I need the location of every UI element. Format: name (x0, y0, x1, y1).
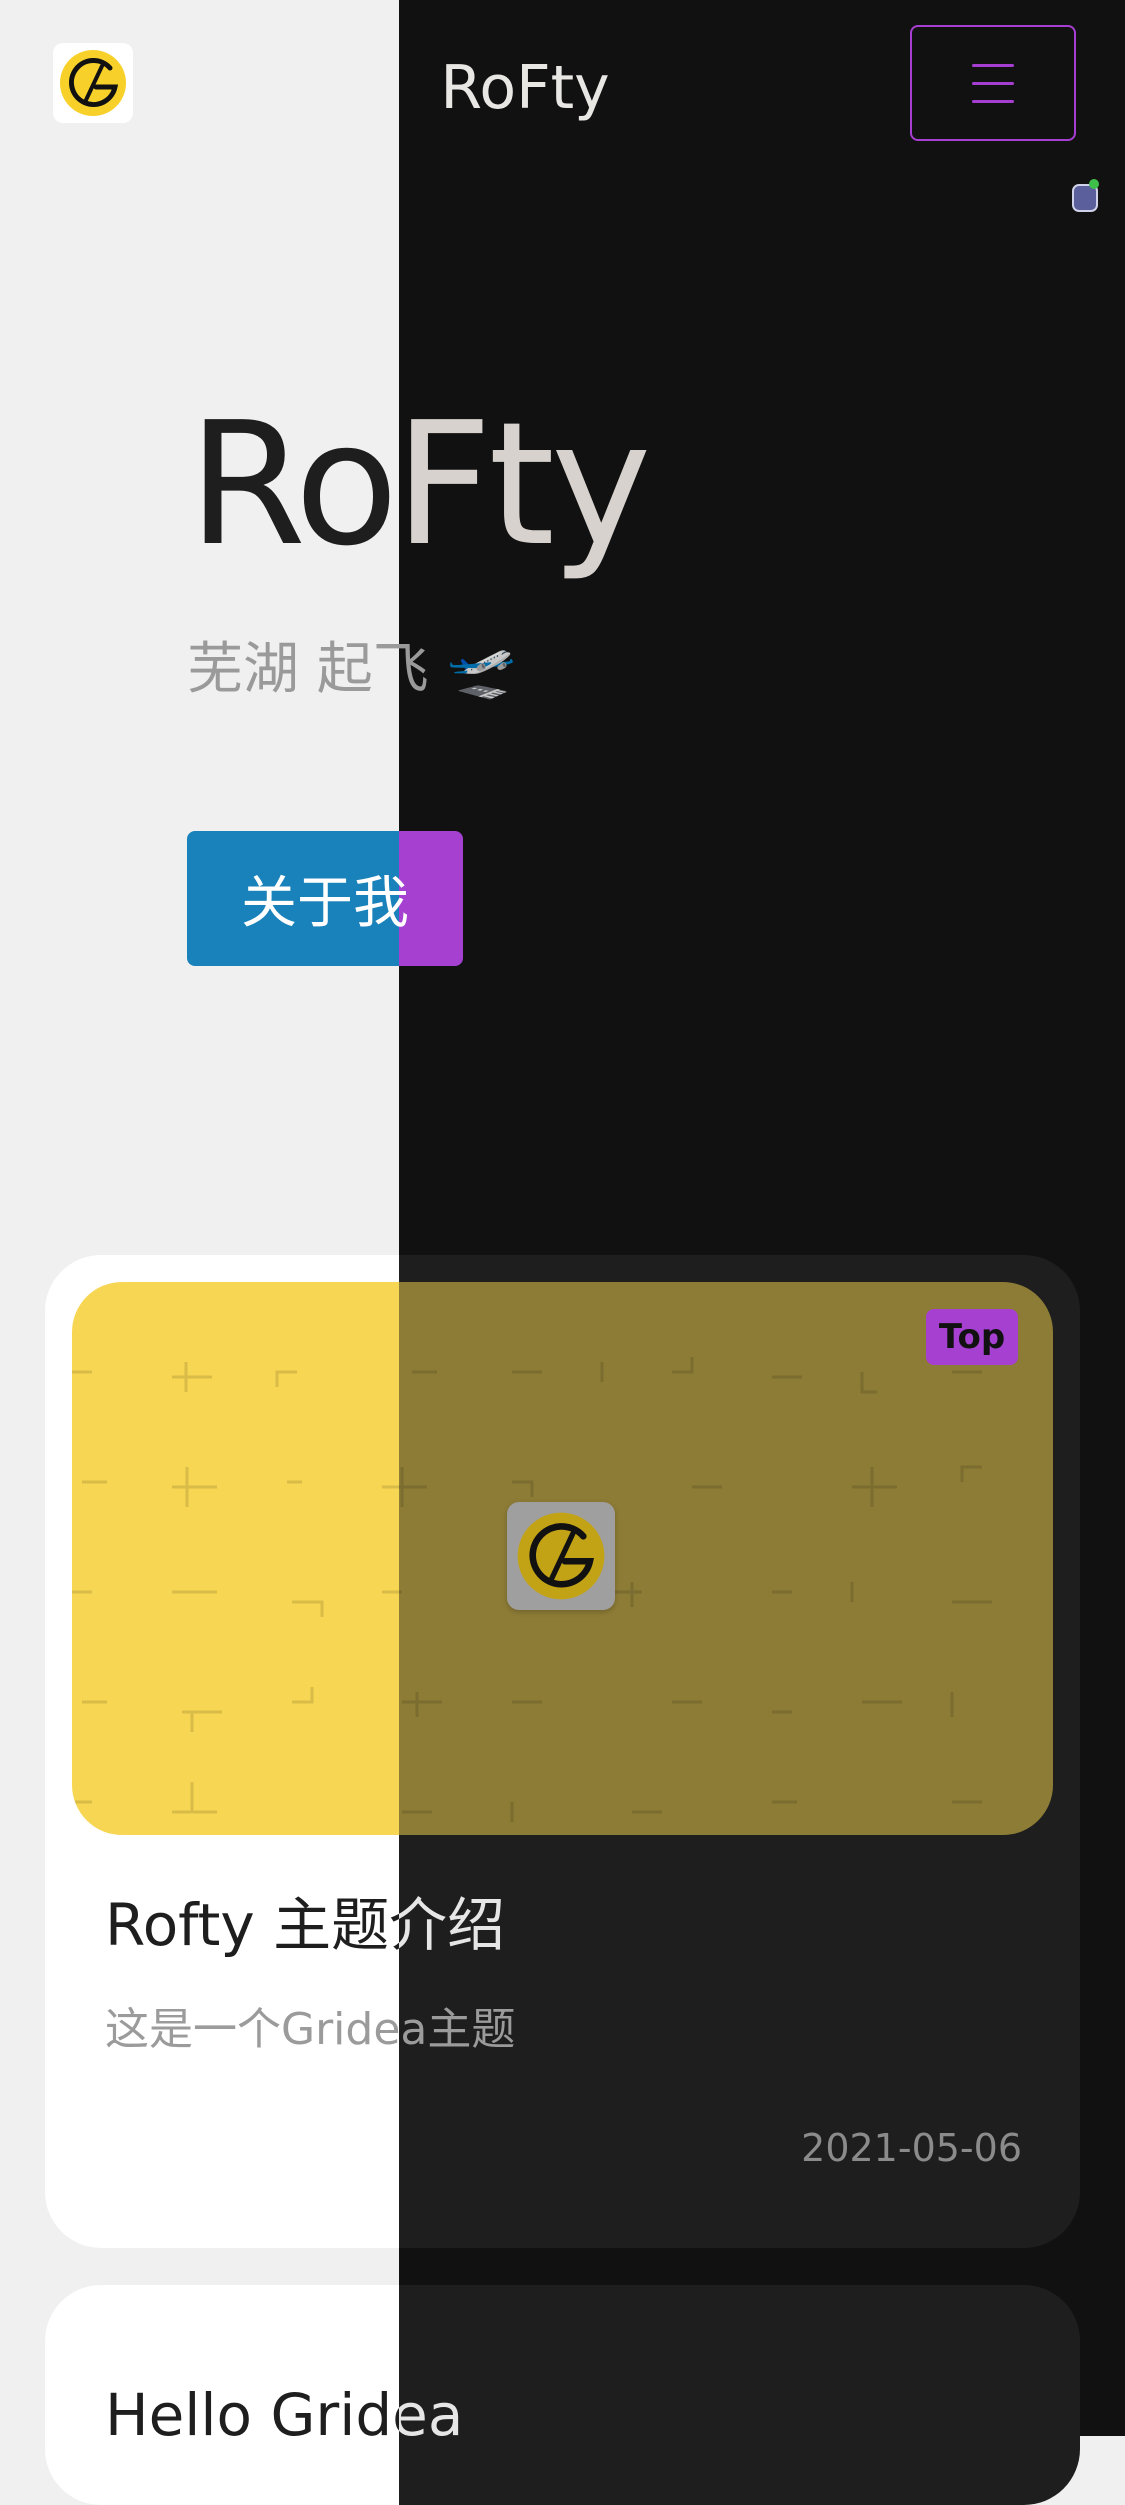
post-cover-image[interactable]: Top (72, 1282, 1053, 1835)
gridea-logo-icon (517, 1512, 605, 1600)
hamburger-menu-icon (972, 63, 1014, 67)
hero-title: RoFty (188, 375, 652, 595)
post-card[interactable]: Top Rofty 主题介绍 这是一个Gridea主题 2021-05-06 (45, 1255, 1080, 2248)
site-title[interactable]: RoFty (0, 48, 1050, 128)
about-me-button[interactable]: 关于我 (187, 831, 463, 966)
post-date: 2021-05-06 (801, 2126, 1022, 2170)
post-description: 这是一个Gridea主题 (105, 2004, 516, 2055)
post-card[interactable]: Hello Gridea (45, 2285, 1080, 2505)
top-badge: Top (926, 1309, 1018, 1365)
theme-toggle-icon[interactable] (1072, 178, 1100, 212)
post-title[interactable]: Rofty 主题介绍 (105, 1885, 505, 1965)
menu-button[interactable] (910, 25, 1076, 141)
post-title[interactable]: Hello Gridea (105, 2375, 463, 2455)
hero-subtitle: 芜湖 起飞 🛫 (187, 637, 517, 702)
